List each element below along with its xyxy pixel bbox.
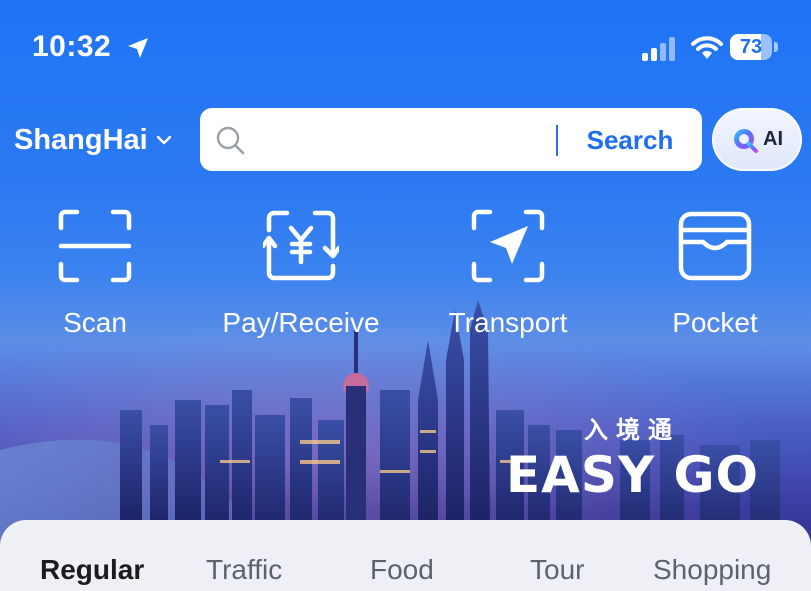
transport-label: Transport	[448, 307, 568, 338]
brand-chinese-title: 入境通	[584, 417, 680, 444]
clock-time: 10:32	[32, 30, 112, 63]
location-arrow-icon	[128, 38, 148, 58]
pocket-label: Pocket	[672, 307, 758, 338]
pay-receive-label: Pay/Receive	[222, 307, 380, 338]
ai-assistant-button[interactable]: AI	[712, 108, 802, 171]
city-selector[interactable]: ShangHai	[14, 120, 174, 160]
battery-indicator: 73	[730, 34, 778, 62]
chevron-down-icon	[156, 135, 171, 145]
wallet-icon	[678, 211, 752, 281]
navigation-arrow-icon	[471, 209, 545, 283]
tab-shopping[interactable]: Shopping	[653, 554, 771, 586]
pay-receive-action[interactable]: Pay/Receive	[206, 208, 396, 348]
yuan-pay-icon	[263, 210, 339, 281]
scan-icon	[58, 209, 132, 283]
tab-regular[interactable]: Regular	[40, 554, 144, 586]
battery-icon: 73	[730, 34, 772, 60]
wifi-icon	[691, 36, 723, 59]
tab-traffic[interactable]: Traffic	[206, 554, 282, 586]
brand-english-title: EASY GO	[506, 446, 760, 504]
home-screen: 入境通 EASY GO 10:32 73 ShangHai Search AI …	[0, 0, 811, 591]
search-icon	[216, 126, 245, 155]
signal-icon	[642, 37, 675, 61]
tab-tour[interactable]: Tour	[530, 554, 584, 586]
search-bar[interactable]: Search	[200, 108, 740, 171]
battery-cap	[774, 42, 778, 52]
scan-action[interactable]: Scan	[0, 208, 190, 348]
search-button[interactable]: Search	[570, 118, 690, 162]
ai-button-label: AI	[763, 128, 783, 150]
scan-label: Scan	[63, 307, 127, 338]
pocket-action[interactable]: Pocket	[620, 208, 810, 348]
battery-percent-label: 73	[739, 36, 763, 58]
ai-assistant-icon	[734, 128, 758, 153]
tab-food[interactable]: Food	[370, 554, 434, 586]
city-label: ShangHai	[14, 123, 148, 156]
transport-action[interactable]: Transport	[413, 208, 603, 348]
search-divider	[556, 125, 558, 156]
status-bar: 10:32 73	[0, 0, 811, 96]
